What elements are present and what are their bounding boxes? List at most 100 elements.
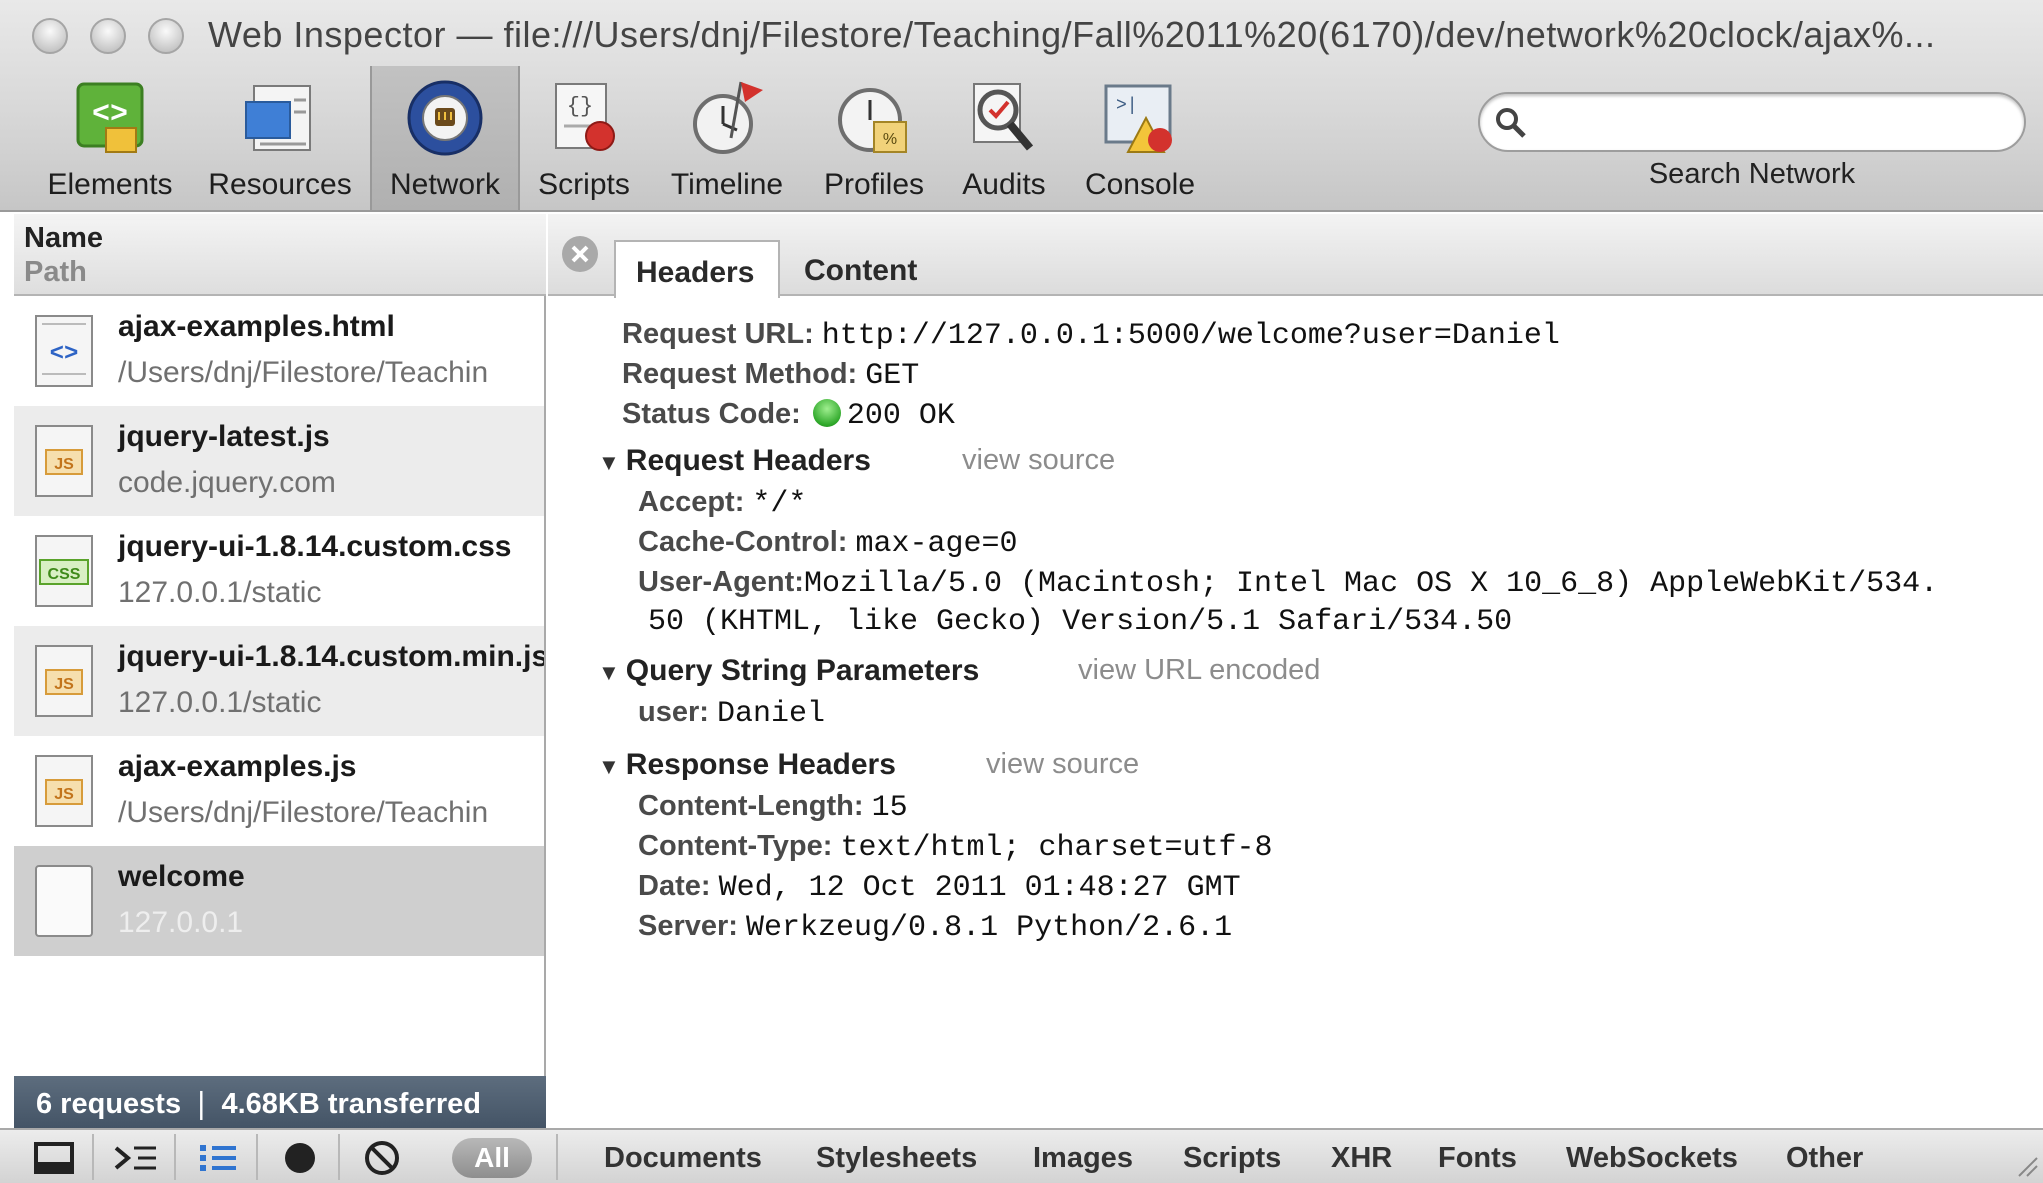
request-row[interactable]: JS ajax-examples.js /Users/dnj/Filestore… [14,736,544,846]
request-row[interactable]: <> ajax-examples.html /Users/dnj/Filesto… [14,296,544,406]
svg-text:{}: {} [567,94,593,119]
request-detail-pane: Headers Content Request URL: http://127.… [548,214,2043,1128]
header-value: text/html; charset=utf-8 [840,831,1273,865]
search-network-field[interactable] [1478,92,2026,152]
divider [556,1134,558,1180]
status-code-line: Status Code: 200 OK [622,398,955,433]
request-name: ajax-examples.js [118,750,357,783]
toolbar-resources[interactable]: Resources [198,72,362,210]
status-code-value: 200 OK [846,399,955,433]
header-value: 15 [871,791,908,825]
record-icon[interactable] [272,1136,328,1180]
close-window-button[interactable] [32,18,68,54]
svg-text:<>: <> [92,98,128,132]
request-path: 127.0.0.1 [118,906,244,939]
query-params-section[interactable]: ▼ Query String Parameters [598,654,979,688]
detail-tabbar: Headers Content [548,214,2043,298]
css-file-icon: CSS [35,535,93,607]
request-method-key: Request Method: [622,358,858,390]
filter-all-button[interactable]: All [452,1138,532,1178]
header-value: Mozilla/5.0 (Macintosh; Intel Mac OS X 1… [803,567,1939,601]
tab-headers[interactable]: Headers [614,240,780,298]
toolbar-profiles[interactable]: % Profiles [808,72,940,210]
console-toggle-icon[interactable] [108,1136,164,1180]
filter-stylesheets[interactable]: Stylesheets [816,1142,977,1175]
header-line: Content-Type: text/html; charset=utf-8 [638,830,1273,865]
request-headers-view-source[interactable]: view source [962,444,1115,477]
request-url-value: http://127.0.0.1:5000/welcome?user=Danie… [821,319,1560,353]
toolbar-audits[interactable]: Audits [948,72,1060,210]
dock-icon[interactable] [26,1136,82,1180]
request-row[interactable]: JS jquery-ui-1.8.14.custom.min.js 127.0.… [14,626,544,736]
svg-text:JS: JS [54,676,74,693]
clear-icon[interactable] [354,1136,410,1180]
minimize-window-button[interactable] [90,18,126,54]
elements-icon: <> [76,82,144,153]
filter-documents[interactable]: Documents [604,1142,762,1175]
svg-text:JS: JS [54,456,74,473]
request-headers-title: Request Headers [625,444,871,477]
filter-websockets[interactable]: WebSockets [1566,1142,1738,1175]
response-headers-view-source[interactable]: view source [986,748,1139,781]
request-method-line: Request Method: GET [622,358,919,393]
header-line: Accept: */* [638,486,806,521]
request-name: jquery-latest.js [118,420,330,453]
request-name: ajax-examples.html [118,310,395,343]
toolbar-elements[interactable]: <> Elements [30,72,190,210]
toolbar-profiles-label: Profiles [823,168,925,201]
request-headers-section[interactable]: ▼ Request Headers [598,444,871,478]
filter-fonts[interactable]: Fonts [1438,1142,1517,1175]
header-key: Content-Length: [638,790,864,822]
filter-other[interactable]: Other [1786,1142,1863,1175]
toolbar-console[interactable]: >| Console [1068,72,1212,210]
divider [338,1134,340,1180]
html-file-icon: <> [35,315,93,387]
network-icon [407,80,483,156]
request-name: jquery-ui-1.8.14.custom.min.js [118,640,544,673]
param-key: user: [638,696,709,728]
query-params-title: Query String Parameters [625,654,980,687]
requests-column-header[interactable]: Name Path [14,214,546,296]
js-file-icon: JS [35,425,93,497]
request-row-selected[interactable]: welcome 127.0.0.1 [14,846,544,956]
request-row[interactable]: CSS jquery-ui-1.8.14.custom.css 127.0.0.… [14,516,544,626]
disclosure-triangle-icon: ▼ [598,660,620,685]
response-headers-title: Response Headers [625,748,896,781]
filter-images[interactable]: Images [1033,1142,1133,1175]
search-icon [1496,108,1526,138]
zoom-window-button[interactable] [148,18,184,54]
header-line: User-Agent:Mozilla/5.0 (Macintosh; Intel… [638,566,1938,601]
close-detail-button[interactable] [562,236,598,272]
toolbar-scripts[interactable]: {} Scripts [528,72,640,210]
toolbar-resources-label: Resources [208,168,352,201]
header-value: */* [752,487,807,521]
svg-text:JS: JS [54,786,74,803]
request-row[interactable]: JS jquery-latest.js code.jquery.com [14,406,544,516]
toolbar-network-label: Network [389,168,501,201]
header-value: max-age=0 [855,527,1018,561]
toolbar-console-label: Console [1084,168,1196,201]
profiles-icon: % [838,88,907,153]
svg-text:CSS: CSS [48,566,81,583]
toolbar-network[interactable]: Network [370,66,520,210]
search-network-label: Search Network [1648,158,1856,190]
filter-scripts[interactable]: Scripts [1183,1142,1281,1175]
response-headers-section[interactable]: ▼ Response Headers [598,748,896,782]
toolbar-timeline[interactable]: Timeline [654,72,800,210]
query-params-view-url-encoded[interactable]: view URL encoded [1078,654,1320,687]
window-title: Web Inspector — file:///Users/dnj/Filest… [208,14,1936,55]
header-line: Date: Wed, 12 Oct 2011 01:48:27 GMT [638,870,1241,905]
timeline-icon [693,81,763,154]
header-line: Server: Werkzeug/0.8.1 Python/2.6.1 [638,910,1232,945]
requests-panel: Name Path <> ajax-examples.html /Users/d… [14,214,546,1128]
toolbar: Web Inspector — file:///Users/dnj/Filest… [0,0,2043,212]
tab-content[interactable]: Content [784,240,934,298]
request-path: code.jquery.com [118,466,336,499]
close-icon [571,245,589,263]
details-view-icon[interactable] [190,1136,246,1180]
js-file-icon: JS [35,645,93,717]
filter-xhr[interactable]: XHR [1331,1142,1392,1175]
header-key: Server: [638,910,738,942]
resize-grip-icon[interactable] [2013,1152,2039,1178]
request-url-line: Request URL: http://127.0.0.1:5000/welco… [622,318,1560,353]
